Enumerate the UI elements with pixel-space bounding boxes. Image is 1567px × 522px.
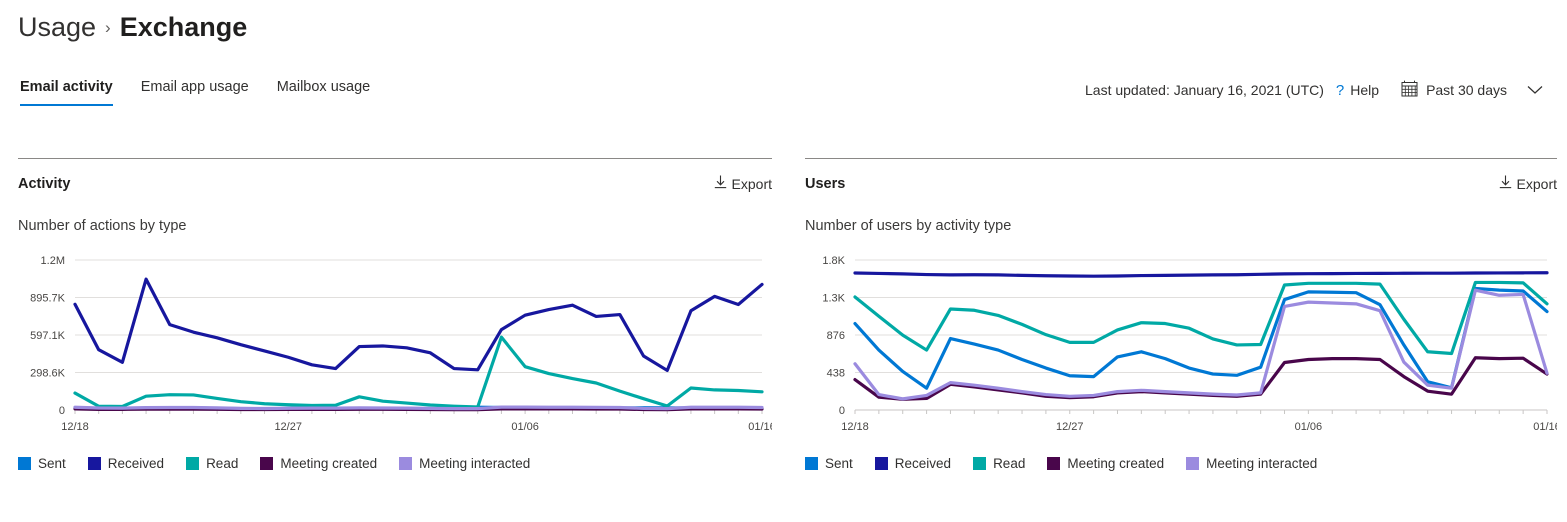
y-axis-tick-label: 438 [827, 368, 845, 380]
series-line-sent [853, 286, 1549, 390]
question-mark-icon: ? [1335, 81, 1345, 99]
series-line-meeting-interacted [73, 405, 764, 411]
y-axis-tick-label: 298.6K [30, 368, 66, 380]
meta-bar: Last updated: January 16, 2021 (UTC) ? H… [1085, 80, 1543, 100]
tab-mailbox-usage[interactable]: Mailbox usage [263, 76, 385, 106]
legend-label-meeting-created: Meeting created [1067, 456, 1165, 471]
legend-item-sent[interactable]: Sent [18, 456, 66, 471]
series-line-received [853, 271, 1549, 278]
page-title: Exchange [119, 12, 248, 42]
panel-users: Users Export Number of users by activity… [805, 158, 1557, 471]
export-button-activity[interactable]: Export [714, 175, 772, 192]
x-axis-tick-label: 01/06 [1295, 421, 1323, 433]
y-axis-tick-label: 895.7K [30, 293, 66, 305]
legend-label-meeting-interacted: Meeting interacted [1206, 456, 1318, 471]
legend-item-meeting-interacted[interactable]: Meeting interacted [1186, 456, 1317, 471]
legend-label-received: Received [894, 456, 952, 471]
legend-label-read: Read [206, 456, 239, 471]
series-line-read [853, 280, 1549, 356]
legend-swatch-read [186, 457, 200, 470]
legend-activity: Sent Received Read Meeting created Meeti… [18, 456, 772, 471]
legend-swatch-read [973, 457, 987, 470]
help-button[interactable]: ? Help [1336, 82, 1379, 98]
legend-label-sent: Sent [825, 456, 853, 471]
date-range-label: Past 30 days [1426, 82, 1507, 98]
panel-divider [18, 158, 772, 159]
panel-users-header: Users Export [805, 175, 1557, 192]
chevron-down-icon[interactable] [1527, 82, 1543, 98]
legend-label-meeting-created: Meeting created [280, 456, 378, 471]
y-axis-tick-label: 1.3K [822, 293, 845, 305]
legend-item-received[interactable]: Received [874, 456, 952, 471]
tab-email-activity[interactable]: Email activity [18, 76, 127, 106]
panel-divider [805, 158, 1557, 159]
y-axis-tick-label: 1.2M [41, 255, 65, 267]
tab-email-app-usage[interactable]: Email app usage [127, 76, 263, 106]
download-icon [1499, 175, 1512, 192]
x-axis-tick-label: 01/06 [511, 421, 539, 433]
y-axis-tick-label: 1.8K [822, 255, 845, 267]
legend-swatch-received [87, 457, 101, 470]
panel-users-title: Users [805, 175, 846, 192]
breadcrumb: Usage › Exchange [18, 12, 247, 43]
x-axis-tick-label: 01/16 [748, 421, 772, 433]
export-button-users[interactable]: Export [1499, 175, 1557, 192]
legend-item-sent[interactable]: Sent [805, 456, 853, 471]
tab-bar: Email activity Email app usage Mailbox u… [18, 76, 384, 106]
chart-activity[interactable]: 0 298.6K 597.1K 895.7K 1.2M 12/18 12/27 01/06 01… [18, 252, 772, 444]
legend-label-received: Received [107, 456, 165, 471]
x-axis-tick-label: 01/16 [1533, 421, 1557, 433]
x-axis-tick-label: 12/27 [1056, 421, 1084, 433]
legend-swatch-sent [805, 457, 818, 470]
legend-item-meeting-created[interactable]: Meeting created [260, 456, 377, 471]
x-axis-tick-label: 12/18 [841, 421, 869, 433]
breadcrumb-parent-usage[interactable]: Usage [18, 12, 96, 43]
last-updated-text: Last updated: January 16, 2021 (UTC) [1085, 82, 1324, 98]
chart-users-canvas: 0 438 876 1.3K 1.8K 12/18 12/27 01/06 01/16 [822, 255, 1557, 433]
legend-swatch-meeting-interacted [1186, 457, 1200, 470]
legend-item-meeting-interacted[interactable]: Meeting interacted [399, 456, 530, 471]
date-range-picker[interactable]: Past 30 days [1401, 80, 1507, 100]
legend-item-read[interactable]: Read [973, 456, 1025, 471]
x-axis-tick-label: 12/18 [61, 421, 89, 433]
x-axis-tick-label: 12/27 [274, 421, 302, 433]
series-line-received [73, 277, 764, 373]
panel-activity-header: Activity Export [18, 175, 772, 192]
legend-swatch-meeting-interacted [399, 457, 413, 470]
y-axis-tick-label: 0 [59, 405, 65, 417]
y-axis-tick-label: 0 [839, 405, 845, 417]
legend-swatch-meeting-created [1047, 457, 1061, 470]
y-axis-tick-label: 597.1K [30, 330, 66, 342]
export-label-activity: Export [731, 175, 772, 192]
chart-users[interactable]: 0 438 876 1.3K 1.8K 12/18 12/27 01/06 01/16 [805, 252, 1557, 444]
legend-swatch-meeting-created [260, 457, 274, 470]
panel-activity: Activity Export Number of actions by typ… [18, 158, 772, 471]
legend-item-received[interactable]: Received [87, 456, 165, 471]
export-label-users: Export [1516, 175, 1557, 192]
calendar-icon [1401, 80, 1418, 100]
legend-item-read[interactable]: Read [186, 456, 238, 471]
chart-activity-canvas: 0 298.6K 597.1K 895.7K 1.2M 12/18 12/27 01/06 01… [30, 255, 772, 433]
legend-users: Sent Received Read Meeting created Meeti… [805, 456, 1557, 471]
legend-swatch-received [874, 457, 888, 470]
legend-label-meeting-interacted: Meeting interacted [419, 456, 531, 471]
help-label: Help [1350, 82, 1380, 98]
y-axis-tick-label: 876 [827, 330, 845, 342]
legend-item-meeting-created[interactable]: Meeting created [1047, 456, 1164, 471]
panel-activity-subtitle: Number of actions by type [18, 218, 187, 234]
legend-swatch-sent [18, 457, 31, 470]
breadcrumb-separator-icon: › [105, 18, 111, 37]
download-icon [714, 175, 727, 192]
panel-users-subtitle: Number of users by activity type [805, 218, 1012, 234]
legend-label-sent: Sent [38, 456, 66, 471]
panel-activity-title: Activity [18, 175, 71, 192]
series-line-meeting-interacted [853, 288, 1549, 401]
legend-label-read: Read [993, 456, 1026, 471]
